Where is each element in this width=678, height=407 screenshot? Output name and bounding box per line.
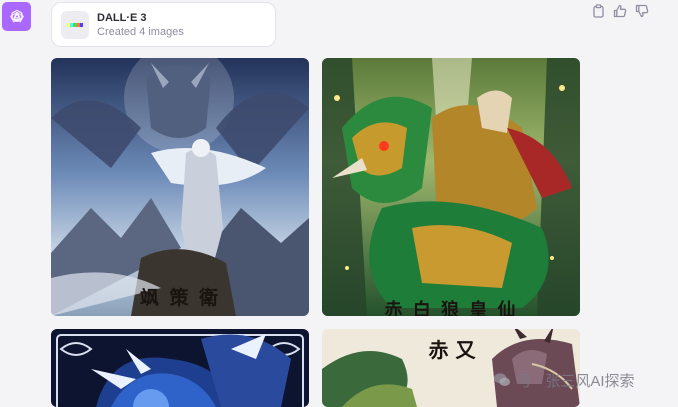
generated-image-3[interactable] (51, 329, 309, 407)
wechat-icon (493, 373, 511, 386)
tool-title: DALL·E 3 (97, 11, 147, 24)
assistant-avatar (2, 2, 31, 31)
dalle-tool-card[interactable]: DALL·E 3 Created 4 images (51, 2, 276, 47)
thumbs-up-icon (613, 4, 627, 18)
dalle-color-bar-icon (61, 10, 89, 39)
watermark-text: 号 · 张三风AI探索 (517, 372, 635, 390)
tool-subtitle: Created 4 images (97, 25, 184, 38)
copy-button[interactable] (589, 3, 607, 19)
copy-icon (592, 4, 604, 18)
image-4-caption: 赤 又 (428, 338, 476, 362)
thumbs-up-button[interactable] (611, 3, 629, 19)
openai-logo-icon (9, 9, 24, 22)
generated-image-2[interactable]: 赤 白 狼 皇 仙 (322, 58, 580, 316)
thumbs-down-icon (635, 4, 649, 18)
image-blue-dragon (51, 329, 309, 407)
chat-message: DALL·E 3 Created 4 images 飒 策 衛 赤 白 狼 皇 … (0, 0, 678, 407)
generated-image-1[interactable]: 飒 策 衛 (51, 58, 309, 316)
image-2-caption: 赤 白 狼 皇 仙 (384, 300, 518, 316)
message-actions (589, 3, 651, 19)
generated-image-4[interactable]: 赤 又 (322, 329, 580, 407)
image-gold-green-dragon (322, 58, 580, 316)
image-silver-dragon (51, 58, 309, 316)
image-1-caption: 飒 策 衛 (139, 287, 221, 309)
watermark: 号 · 张三风AI探索 (493, 370, 635, 390)
thumbs-down-button[interactable] (633, 3, 651, 19)
